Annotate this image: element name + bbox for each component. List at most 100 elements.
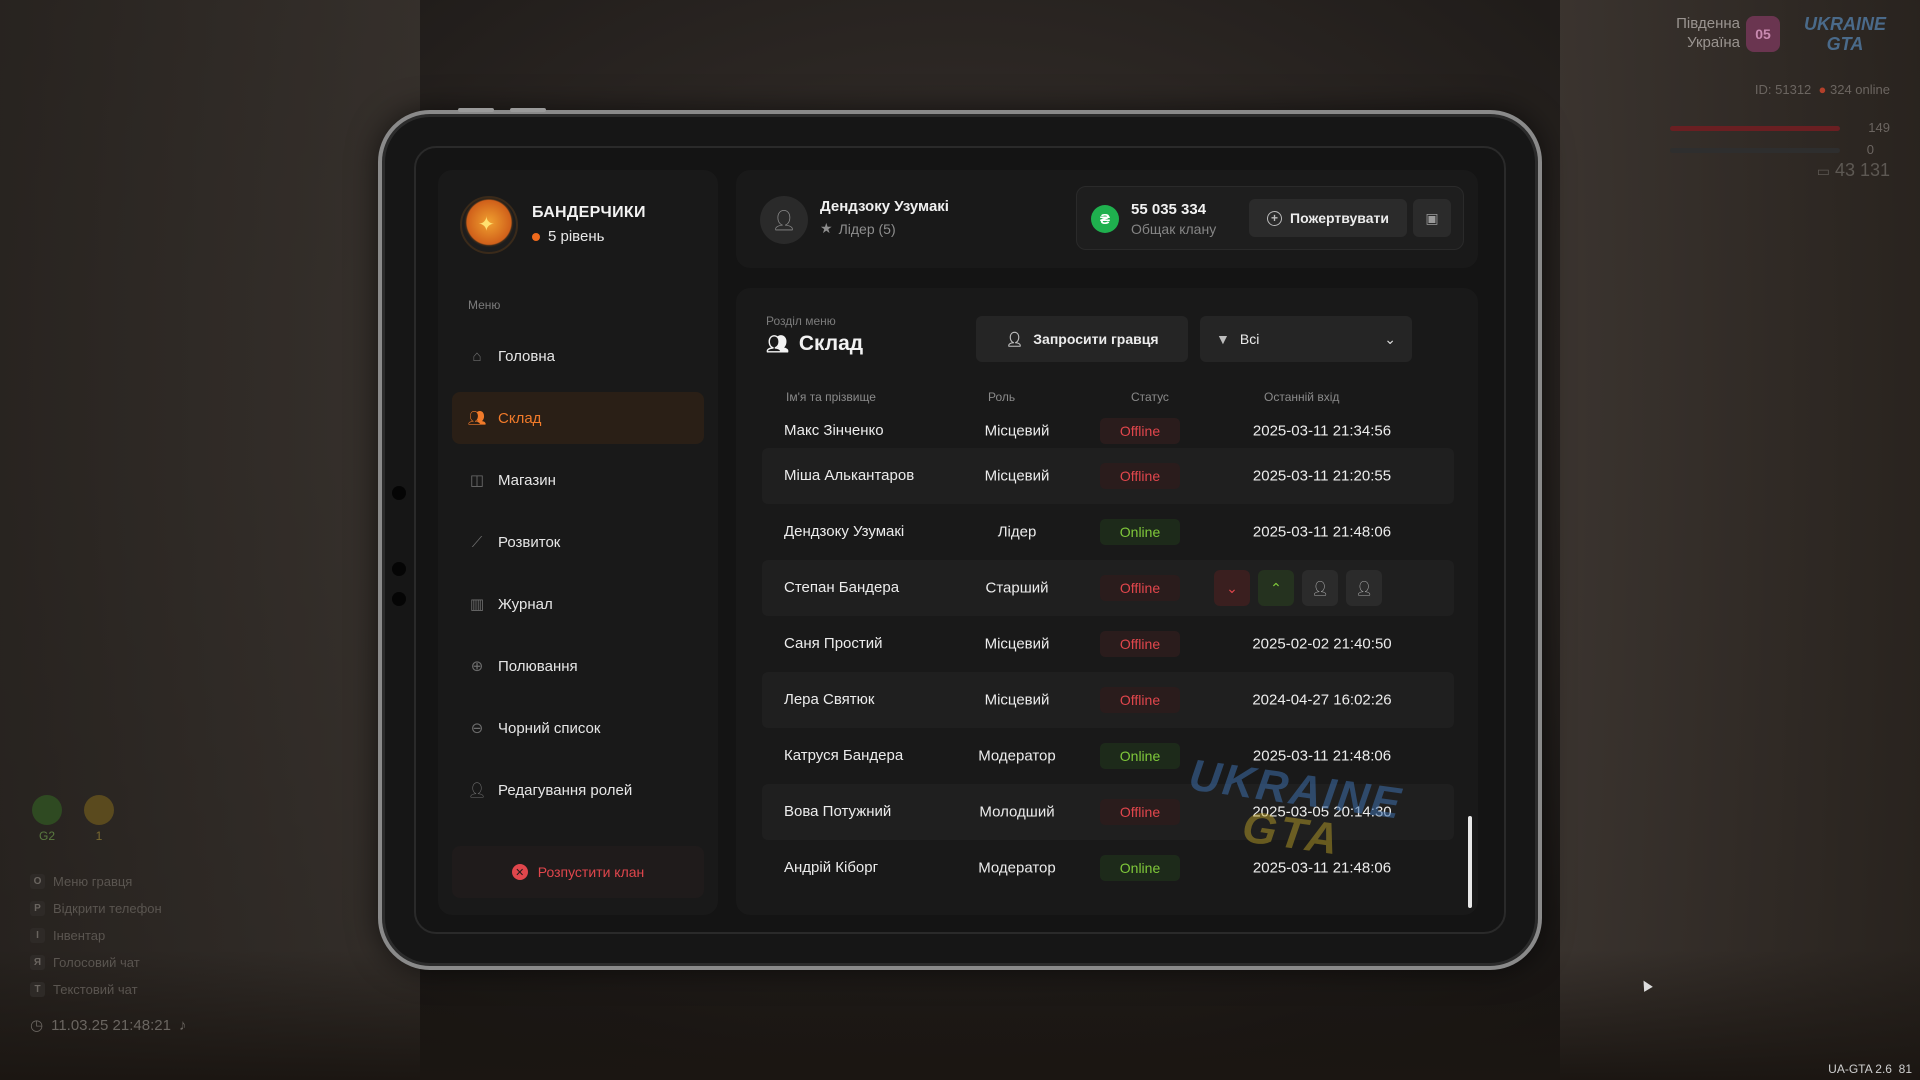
- sidebar-item-1[interactable]: ⌂ Головна: [452, 330, 704, 382]
- sidebar-item-label: Журнал: [498, 595, 553, 613]
- sidebar-item-3[interactable]: ◫ Магазин: [452, 454, 704, 506]
- table-row[interactable]: Степан Бандера Старший Offline ⌄ ⌃ 👤︎ 👤︎: [762, 560, 1454, 616]
- rating-stat: 1: [82, 795, 116, 843]
- table-row[interactable]: Катруся Бандера Модератор Online 2025-03-11…: [762, 728, 1454, 784]
- member-name: Саня Простий: [784, 635, 883, 652]
- user-add-button[interactable]: 👤︎: [1346, 570, 1382, 606]
- table-row[interactable]: Саня Простий Місцевий Offline 2025-02-02 21…: [762, 616, 1454, 672]
- hunger-stat: G2: [30, 795, 64, 843]
- scrollbar[interactable]: [1468, 816, 1472, 908]
- safe-icon: ▣: [1425, 209, 1439, 226]
- table-row[interactable]: Лера Святюк Місцевий Offline 2024-04-27 16:…: [762, 672, 1454, 728]
- camera-icon: [392, 486, 406, 500]
- health-value: 149: [1868, 120, 1890, 135]
- level-dot-icon: [532, 232, 540, 241]
- member-last-login: 2025-02-02 21:40:50: [1252, 635, 1392, 653]
- disband-clan-button[interactable]: ✕ Розпустити клан: [452, 846, 704, 898]
- microphone-icon: ♪: [178, 1016, 187, 1034]
- member-name: Лера Святюк: [784, 691, 875, 708]
- promote-button[interactable]: ⌃: [1258, 570, 1294, 606]
- status-badge: Offline: [1100, 799, 1180, 825]
- hud-keybind: P Відкрити телефон: [30, 895, 162, 922]
- member-role: Модератор: [978, 859, 1056, 877]
- member-last-login: 2024-04-27 16:02:26: [1252, 691, 1392, 709]
- chevron-up-icon: ⌃: [1270, 579, 1282, 596]
- role-filter-select[interactable]: ▼ Всі ⌄: [1200, 316, 1412, 362]
- keybind-label: Голосовий чат: [53, 955, 140, 970]
- tablet-frame: ✦ БАНДЕРЧИКИ 5 рівень Меню ⌂ Головна 👥︎ Скл…: [378, 108, 1542, 970]
- chevron-down-icon: ⌄: [1384, 330, 1396, 347]
- hud-stats: G2 1: [30, 795, 116, 843]
- table-row[interactable]: Вова Потужний Молодший Offline 2025-03-05 2…: [762, 784, 1454, 840]
- status-badge: Offline: [1100, 463, 1180, 489]
- star-icon: [84, 795, 114, 825]
- table-row[interactable]: Андрій Кіборг Модератор Online 2025-03-11 2…: [762, 840, 1454, 896]
- avatar: 👤︎: [760, 196, 808, 244]
- sidebar-item-8[interactable]: 👤︎ Редагування ролей: [452, 764, 704, 816]
- user-remove-icon: 👤︎: [1311, 579, 1329, 596]
- hud-keybind: T Текстовий чат: [30, 976, 162, 1003]
- members-icon: 👥︎: [766, 333, 789, 354]
- sidebar-item-5[interactable]: ▥ Журнал: [452, 578, 704, 630]
- column-header-last-login: Останній вхід: [1264, 390, 1340, 404]
- section-caption: Розділ меню: [766, 314, 836, 328]
- kick-button[interactable]: 👤︎: [1302, 570, 1338, 606]
- keybind-label: Меню гравця: [53, 874, 133, 889]
- user-add-icon: 👤︎: [1355, 579, 1373, 596]
- sidebar-item-label: Розвиток: [498, 533, 561, 551]
- sidebar-item-2[interactable]: 👥︎ Склад: [452, 392, 704, 444]
- sidebar: ✦ БАНДЕРЧИКИ 5 рівень Меню ⌂ Головна 👥︎ Скл…: [438, 170, 718, 915]
- block-icon: ⊖: [470, 720, 484, 737]
- demote-button[interactable]: ⌄: [1214, 570, 1250, 606]
- crosshair-icon: ⊕: [470, 658, 484, 675]
- key-cap: O: [30, 874, 45, 889]
- member-name: Вова Потужний: [784, 803, 892, 820]
- sidebar-item-6[interactable]: ⊕ Полювання: [452, 640, 704, 692]
- member-name: Дендзоку Узумакі: [784, 523, 905, 540]
- key-cap: P: [30, 901, 45, 916]
- member-role: Місцевий: [984, 467, 1050, 485]
- basket-icon: ◫: [469, 472, 485, 489]
- table-row[interactable]: Міша Алькантаров Місцевий Offline 2025-03-1…: [762, 448, 1454, 504]
- version-label: UA-GTA 2.6 81: [1828, 1062, 1912, 1076]
- health-bar: [1670, 126, 1840, 131]
- safe-button[interactable]: ▣: [1413, 199, 1451, 237]
- armor-value: 0: [1866, 142, 1874, 157]
- tablet-screen: ✦ БАНДЕРЧИКИ 5 рівень Меню ⌂ Головна 👥︎ Скл…: [414, 146, 1506, 934]
- sidebar-menu: ⌂ Головна 👥︎ Склад ◫ Магазин ⟋ Розвиток ▥ Журнал ⊕…: [452, 330, 704, 826]
- tablet-button: [458, 108, 494, 112]
- status-badge: Offline: [1100, 418, 1180, 444]
- clan-name: БАНДЕРЧИКИ: [532, 204, 646, 221]
- hud-keybinds: O Меню гравця P Відкрити телефон I Інвентар Я Г…: [30, 868, 162, 1003]
- server-badge-icon: 05: [1746, 16, 1780, 52]
- plus-icon: +: [1267, 210, 1283, 226]
- sidebar-item-label: Редагування ролей: [498, 781, 633, 799]
- clan-logo-icon: ✦: [460, 196, 518, 254]
- close-circle-icon: ✕: [511, 864, 528, 880]
- page-title: 👥︎ Склад: [766, 332, 864, 355]
- user-icon: 👤︎: [771, 209, 797, 232]
- member-name: Катруся Бандера: [784, 747, 904, 764]
- member-role: Місцевий: [984, 422, 1050, 440]
- member-name: Міша Алькантаров: [784, 467, 915, 484]
- member-name: Андрій Кіборг: [784, 859, 879, 876]
- table-row[interactable]: Дендзоку Узумакі Лідер Online 2025-03-11 21…: [762, 504, 1454, 560]
- table-row[interactable]: Макс Зінченко Місцевий Offline 2025-03-11 2…: [762, 414, 1454, 448]
- brand-logo: UKRAINE GTA: [1803, 14, 1886, 54]
- member-role: Старший: [985, 579, 1049, 597]
- filter-icon: ▼: [1216, 331, 1230, 347]
- member-last-login: 2025-03-11 21:48:06: [1252, 523, 1392, 541]
- status-badge: Offline: [1100, 687, 1180, 713]
- sidebar-item-7[interactable]: ⊖ Чорний список: [452, 702, 704, 754]
- user-edit-icon: 👤︎: [467, 782, 487, 799]
- member-name: Макс Зінченко: [784, 422, 884, 439]
- hud-datetime: ◷ 11.03.25 21:48:21 ♪: [30, 1016, 187, 1035]
- money-icon: ▭: [1816, 163, 1830, 179]
- balance-amount: 55 035 334: [1131, 201, 1207, 218]
- members-icon: 👥︎: [467, 410, 487, 427]
- members-table: Макс Зінченко Місцевий Offline 2025-03-11 2…: [762, 414, 1454, 896]
- sidebar-item-4[interactable]: ⟋ Розвиток: [452, 516, 704, 568]
- donate-button[interactable]: + Пожертвувати: [1249, 199, 1407, 237]
- invite-player-button[interactable]: 👤︎ Запросити гравця: [976, 316, 1188, 362]
- sidebar-item-label: Полювання: [498, 657, 578, 675]
